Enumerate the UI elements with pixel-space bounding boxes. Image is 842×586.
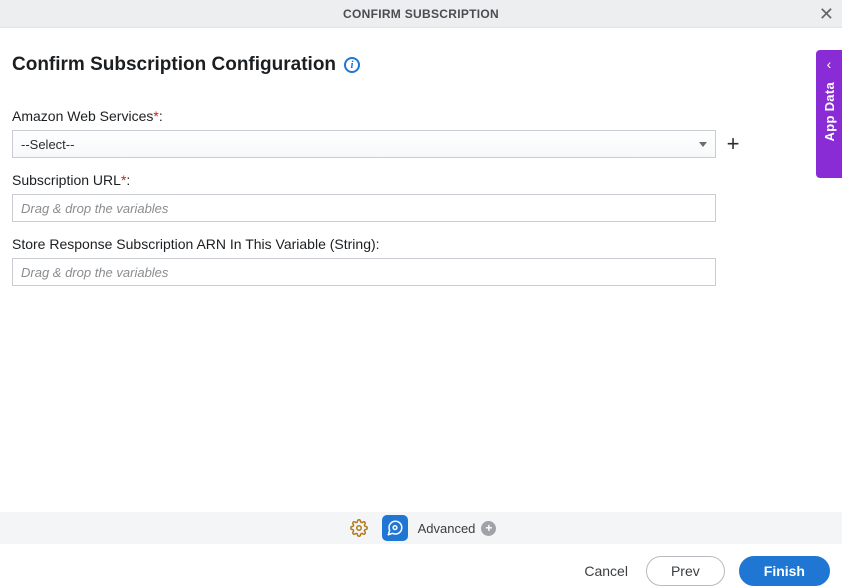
prev-button[interactable]: Prev bbox=[646, 556, 725, 586]
store-arn-label: Store Response Subscription ARN In This … bbox=[12, 236, 830, 252]
page-title: Confirm Subscription Configuration bbox=[12, 54, 336, 76]
app-data-panel-toggle[interactable]: ‹ App Data bbox=[816, 50, 842, 178]
advanced-toggle[interactable]: Advanced + bbox=[418, 521, 497, 536]
sub-url-label-text: Subscription URL bbox=[12, 172, 121, 188]
aws-select-value: --Select-- bbox=[21, 137, 74, 152]
aws-colon: : bbox=[159, 108, 163, 124]
aws-label: Amazon Web Services*: bbox=[12, 108, 830, 124]
field-store-arn: Store Response Subscription ARN In This … bbox=[12, 236, 830, 286]
chevron-down-icon bbox=[699, 142, 707, 147]
field-aws: Amazon Web Services*: --Select-- + bbox=[12, 108, 830, 158]
dialog-title: CONFIRM SUBSCRIPTION bbox=[343, 7, 499, 21]
footer-buttons: Cancel Prev Finish bbox=[580, 556, 830, 586]
close-icon[interactable]: ✕ bbox=[819, 5, 834, 23]
add-aws-button[interactable]: + bbox=[724, 135, 742, 153]
chevron-left-icon: ‹ bbox=[827, 56, 832, 72]
plus-circle-icon: + bbox=[481, 521, 496, 536]
store-arn-input[interactable] bbox=[12, 258, 716, 286]
sub-url-label: Subscription URL*: bbox=[12, 172, 830, 188]
sub-url-colon: : bbox=[126, 172, 130, 188]
advanced-label: Advanced bbox=[418, 521, 476, 536]
cancel-button[interactable]: Cancel bbox=[580, 557, 632, 585]
bottom-toolbar: Advanced + bbox=[0, 512, 842, 544]
chat-icon[interactable] bbox=[382, 515, 408, 541]
info-icon[interactable]: i bbox=[344, 57, 360, 73]
dialog-header: CONFIRM SUBSCRIPTION ✕ bbox=[0, 0, 842, 28]
subscription-url-input[interactable] bbox=[12, 194, 716, 222]
finish-button[interactable]: Finish bbox=[739, 556, 830, 586]
dialog-content: Confirm Subscription Configuration i Ama… bbox=[0, 28, 842, 286]
app-data-label: App Data bbox=[822, 82, 837, 141]
field-subscription-url: Subscription URL*: bbox=[12, 172, 830, 222]
aws-select[interactable]: --Select-- bbox=[12, 130, 716, 158]
aws-label-text: Amazon Web Services bbox=[12, 108, 153, 124]
gear-icon[interactable] bbox=[346, 515, 372, 541]
page-title-row: Confirm Subscription Configuration i bbox=[12, 54, 830, 76]
aws-select-row: --Select-- + bbox=[12, 130, 830, 158]
